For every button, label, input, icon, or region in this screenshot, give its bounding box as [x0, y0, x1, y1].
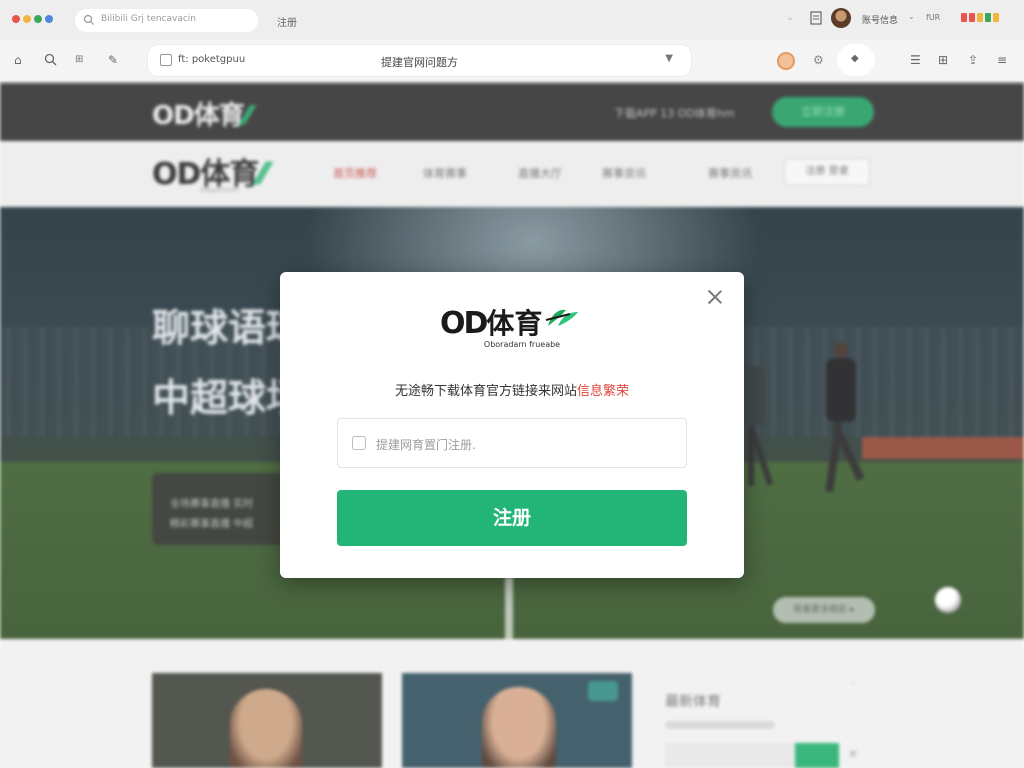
pen-icon[interactable]: ✎	[108, 53, 118, 67]
modal-description-highlight: 信息繁荣	[577, 384, 630, 399]
modal-logo: OD体育	[440, 302, 580, 342]
modal-logo-subtitle: Oboradarn frueabe	[483, 340, 561, 349]
puzzle-icon[interactable]: ⚙	[813, 53, 824, 67]
tab-title: Bilibili Grj tencavacin	[101, 14, 197, 24]
agree-checkbox[interactable]	[352, 436, 366, 450]
extra-window-dot[interactable]	[45, 15, 53, 23]
droplet-icon: ◆	[851, 53, 859, 64]
status-flags-icon	[961, 13, 999, 22]
window-controls[interactable]	[12, 15, 53, 23]
chevron-icon[interactable]: ⌄	[786, 12, 794, 23]
dropdown-icon[interactable]: ▼	[665, 53, 673, 64]
browser-tab-secondary[interactable]: 注册	[277, 14, 297, 29]
list-icon[interactable]: ☰	[910, 53, 921, 67]
address-bar[interactable]: ft: poketgpuu 提建官网问题方 ▼	[148, 45, 691, 76]
account-name[interactable]: 账号信息	[862, 13, 898, 26]
close-window-dot[interactable]	[12, 15, 20, 23]
input-placeholder: 提建网育置门注册.	[376, 438, 476, 452]
minimize-window-dot[interactable]	[23, 15, 31, 23]
search-icon[interactable]	[44, 53, 57, 66]
search-icon	[83, 14, 94, 25]
grid-icon[interactable]: ⊞	[938, 53, 948, 67]
account-extra[interactable]: fUR	[926, 13, 940, 22]
register-input[interactable]: 提建网育置门注册.	[337, 418, 687, 468]
reader-icon[interactable]	[809, 11, 823, 25]
register-button[interactable]: 注册	[337, 490, 687, 546]
bookmarks-icon[interactable]: ⊞	[75, 54, 83, 65]
register-modal: OD体育 Oboradarn frueabe 无途畅下载体育官方链接来网站信息繁…	[280, 272, 744, 578]
extension-button[interactable]: ◆	[837, 44, 875, 76]
browser-toolbar: ⌂ ⊞ ✎ ft: poketgpuu 提建官网问题方 ▼ ⚙ ◆ ☰ ⊞ ⇪ …	[0, 40, 1024, 83]
chevron-down-icon[interactable]: ⌄	[908, 12, 915, 21]
brand-mark-icon	[546, 309, 579, 326]
search-extension-icon[interactable]	[777, 52, 795, 70]
maximize-window-dot[interactable]	[34, 15, 42, 23]
avatar[interactable]	[831, 8, 851, 28]
modal-description-main: 无途畅下载体育官方链接来网站	[394, 384, 577, 399]
share-icon[interactable]: ⇪	[968, 53, 978, 67]
browser-tab-active[interactable]: Bilibili Grj tencavacin	[75, 9, 258, 32]
close-icon[interactable]	[705, 287, 725, 307]
browser-tab-bar: Bilibili Grj tencavacin 注册 ⌄ 账号信息 ⌄ fUR	[0, 0, 1024, 40]
menu-icon[interactable]: ≡	[997, 53, 1007, 67]
home-icon[interactable]: ⌂	[14, 53, 22, 67]
modal-description: 无途畅下载体育官方链接来网站信息繁荣	[280, 380, 744, 399]
url-text[interactable]: 提建官网问题方	[148, 54, 691, 70]
